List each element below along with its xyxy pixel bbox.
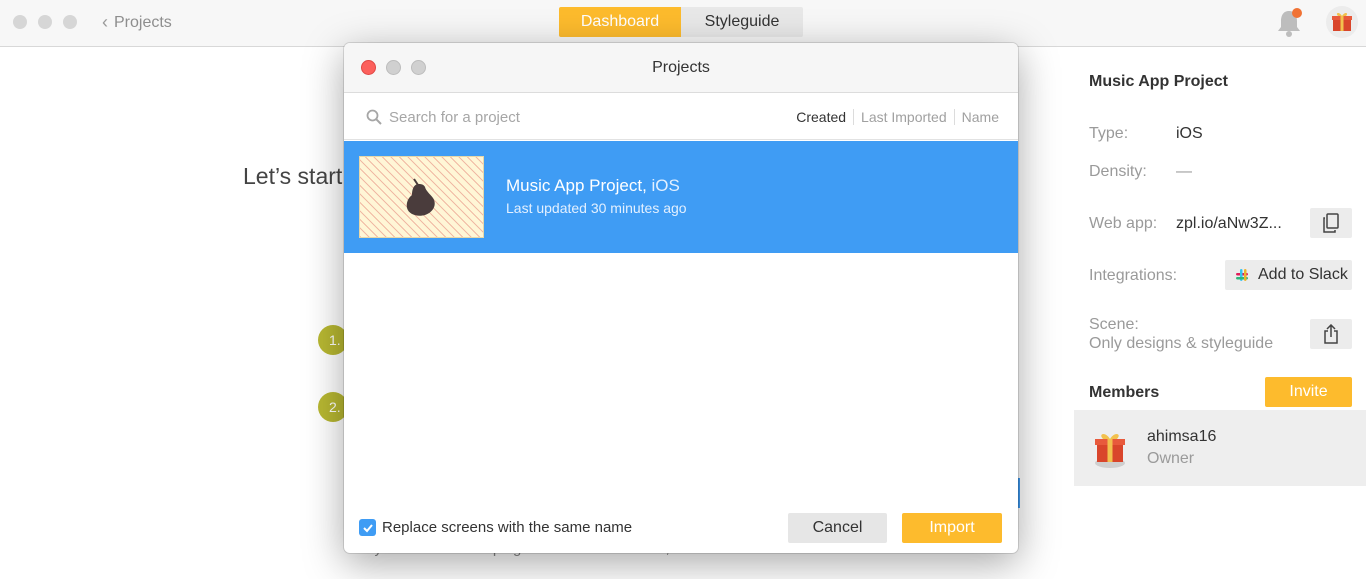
- sort-name[interactable]: Name: [953, 109, 1006, 125]
- search-input[interactable]: [389, 106, 719, 128]
- project-title: Music App Project: [506, 176, 643, 195]
- add-to-slack-button[interactable]: Add to Slack: [1225, 260, 1352, 290]
- type-value: iOS: [1176, 125, 1203, 142]
- type-label: Type:: [1089, 125, 1129, 142]
- onboarding-heading: Let’s start: [243, 163, 343, 189]
- search-icon: [366, 109, 382, 125]
- member-row[interactable]: ahimsa16 Owner: [1074, 410, 1366, 486]
- dialog-titlebar: Projects: [344, 43, 1018, 93]
- notifications-button[interactable]: [1276, 8, 1304, 38]
- view-segmented-control: Dashboard Styleguide: [559, 7, 803, 37]
- project-name: Music App Project, iOS: [506, 176, 680, 195]
- project-info-panel: Music App Project Type: iOS Density: — W…: [1074, 48, 1366, 579]
- scene-value: Only designs & styleguide: [1089, 335, 1274, 352]
- slack-icon: [1236, 269, 1248, 281]
- member-name: ahimsa16: [1147, 428, 1217, 445]
- scene-label: Scene:: [1089, 316, 1139, 333]
- user-avatar-button[interactable]: [1326, 6, 1358, 38]
- back-label: Projects: [114, 13, 172, 31]
- copy-link-button[interactable]: [1310, 208, 1352, 238]
- zoom-window-button[interactable]: [63, 15, 77, 29]
- project-thumbnail: [359, 156, 484, 238]
- share-icon: [1324, 324, 1338, 344]
- integrations-label: Integrations:: [1089, 267, 1178, 284]
- webapp-link[interactable]: zpl.io/aNw3Z...: [1176, 215, 1282, 233]
- project-row[interactable]: Music App Project, iOS Last updated 30 m…: [344, 141, 1018, 253]
- members-heading: Members: [1089, 384, 1160, 401]
- projects-dialog: Projects Created Last Imported Name Musi…: [344, 43, 1018, 553]
- gift-avatar-icon: [1095, 434, 1125, 468]
- member-role: Owner: [1147, 450, 1195, 467]
- replace-screens-option[interactable]: Replace screens with the same name: [359, 519, 632, 536]
- webapp-label: Web app:: [1089, 215, 1158, 232]
- tab-dashboard[interactable]: Dashboard: [559, 7, 681, 37]
- background-button-edge: [1018, 478, 1020, 508]
- sort-last-imported[interactable]: Last Imported: [853, 109, 954, 125]
- cancel-button[interactable]: Cancel: [788, 513, 887, 543]
- gift-icon: [1332, 12, 1352, 31]
- share-scene-button[interactable]: [1310, 319, 1352, 349]
- tab-styleguide[interactable]: Styleguide: [681, 7, 803, 37]
- replace-screens-checkbox[interactable]: [359, 519, 376, 536]
- minimize-window-button[interactable]: [38, 15, 52, 29]
- sort-options: Created Last Imported Name: [789, 109, 1006, 125]
- copy-icon: [1323, 213, 1339, 233]
- replace-screens-label: Replace screens with the same name: [382, 519, 633, 536]
- close-window-button[interactable]: [13, 15, 27, 29]
- panel-project-title: Music App Project: [1089, 73, 1228, 90]
- chevron-left-icon: ‹: [102, 12, 108, 32]
- invite-button[interactable]: Invite: [1265, 377, 1352, 407]
- back-to-projects-button[interactable]: ‹ Projects: [102, 12, 172, 33]
- pear-icon: [406, 178, 435, 216]
- density-value: —: [1176, 163, 1192, 180]
- project-platform: iOS: [651, 176, 680, 195]
- density-label: Density:: [1089, 163, 1147, 180]
- project-updated: Last updated 30 minutes ago: [506, 200, 687, 216]
- search-bar: Created Last Imported Name: [344, 94, 1018, 140]
- checkmark-icon: [362, 523, 373, 532]
- notification-badge: [1292, 8, 1302, 18]
- import-button[interactable]: Import: [902, 513, 1002, 543]
- slack-button-label: Add to Slack: [1258, 266, 1348, 283]
- window-titlebar: ‹ Projects Dashboard Styleguide: [0, 0, 1366, 47]
- dialog-title: Projects: [652, 59, 710, 76]
- sort-created[interactable]: Created: [789, 109, 853, 125]
